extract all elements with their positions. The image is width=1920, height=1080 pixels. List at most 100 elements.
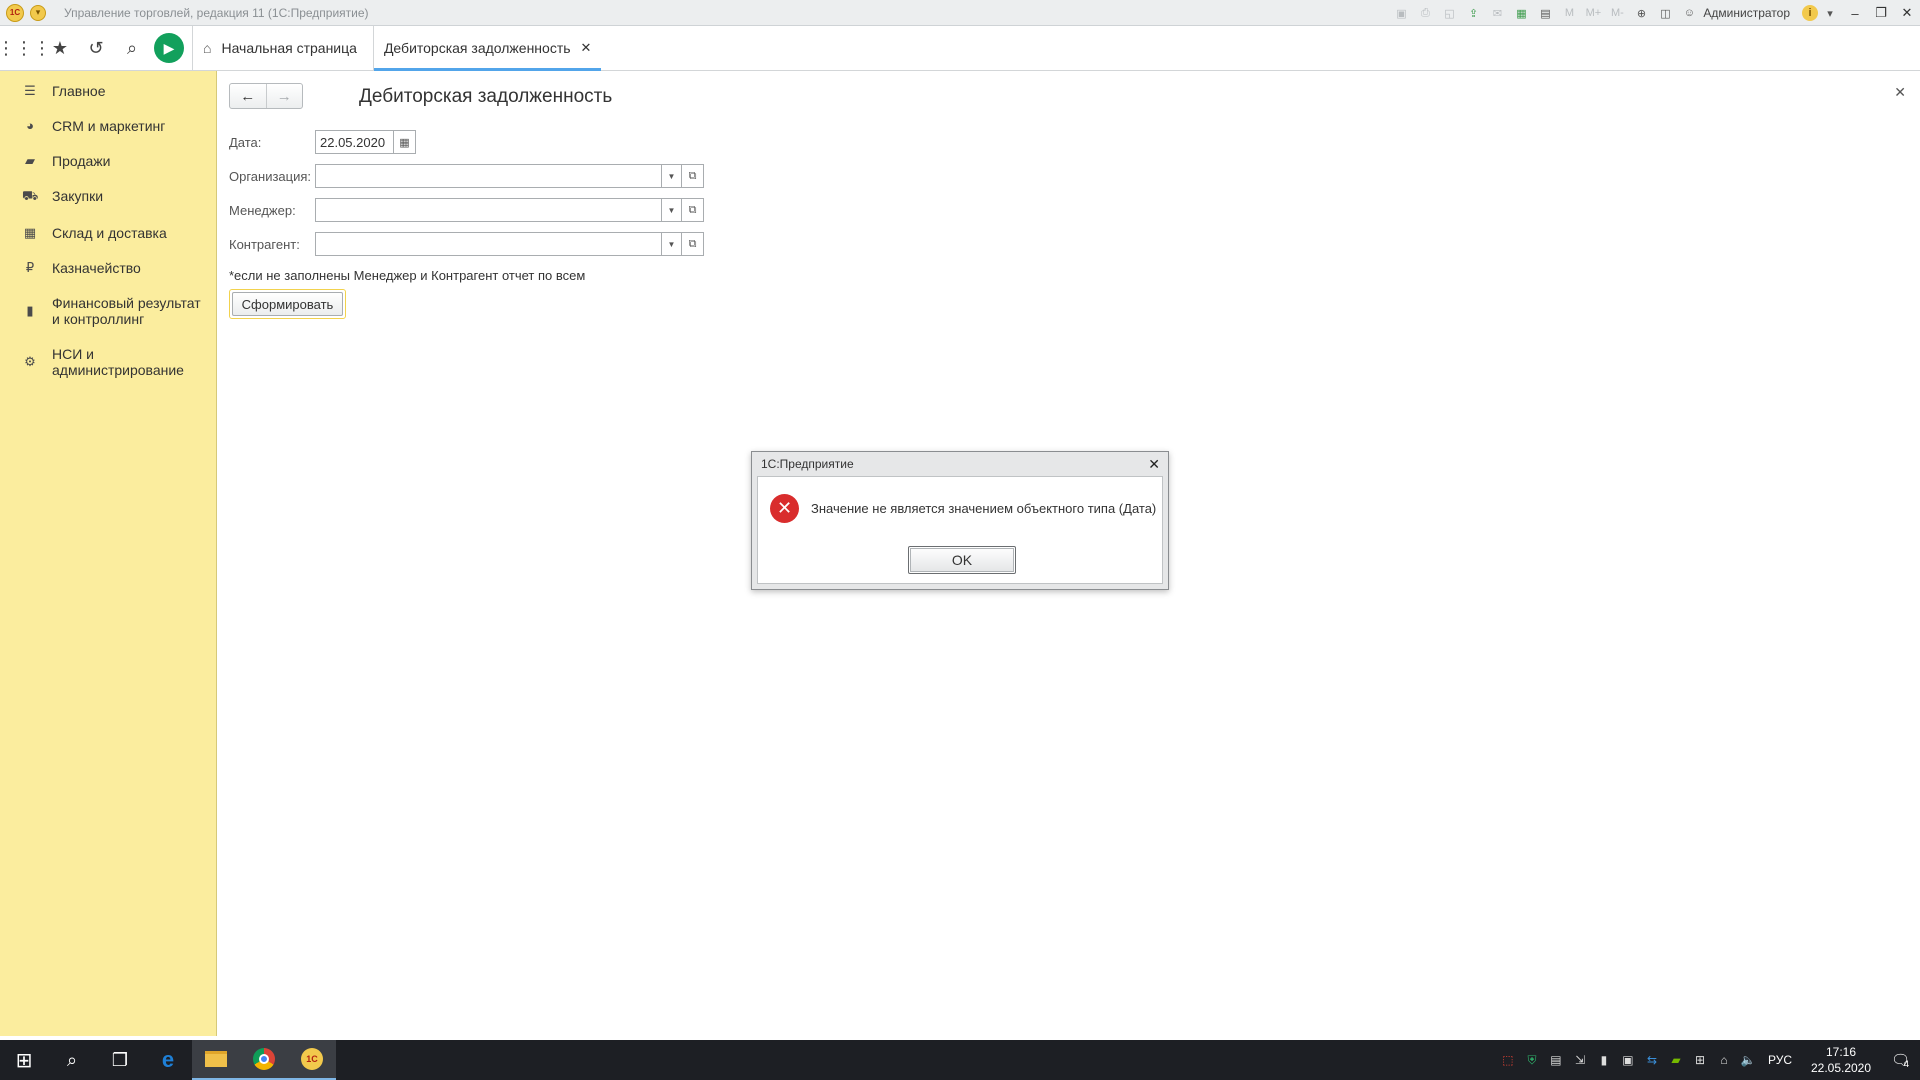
error-icon: ✕	[770, 494, 799, 523]
generate-button[interactable]: Сформировать	[229, 289, 346, 319]
search-icon[interactable]: ⌕	[114, 30, 150, 66]
open-form-icon[interactable]: ⧉	[682, 232, 704, 256]
tab-receivables[interactable]: Дебиторская задолженность ✕	[373, 27, 602, 71]
search-icon[interactable]: ⌕	[48, 1040, 96, 1080]
acrobat-icon[interactable]: ⬚	[1496, 1040, 1520, 1080]
windows-start-icon[interactable]: ⊞	[0, 1040, 48, 1080]
teamviewer-icon[interactable]: ⇆	[1640, 1040, 1664, 1080]
table-icon[interactable]: ▦	[1513, 5, 1529, 21]
dialog-close-icon[interactable]: ✕	[1148, 456, 1160, 473]
m-icon[interactable]: M	[1561, 5, 1577, 21]
form-close-icon[interactable]: ✕	[1894, 84, 1906, 101]
pie-chart-icon: ◕	[26, 118, 34, 133]
m-plus-icon[interactable]: M+	[1585, 5, 1602, 21]
dialog-titlebar: 1С:Предприятие ✕	[752, 452, 1168, 476]
volume-icon[interactable]: 🔈	[1736, 1040, 1760, 1080]
manager-input[interactable]	[316, 199, 661, 221]
forward-arrow-icon[interactable]: →	[265, 84, 303, 108]
m-minus-icon[interactable]: M-	[1609, 5, 1625, 21]
panels-icon[interactable]: ◫	[1657, 5, 1673, 21]
sidebar-item-label: Склад и доставка	[52, 225, 167, 241]
windows-flag-icon[interactable]: ⊞	[1688, 1040, 1712, 1080]
date-field[interactable]: 22.05.2020 ▦	[315, 130, 416, 154]
organization-input[interactable]	[316, 165, 661, 187]
file-explorer-icon[interactable]	[192, 1040, 240, 1080]
network-icon[interactable]: ⌂	[1712, 1040, 1736, 1080]
upload-icon[interactable]: ⇪	[1465, 5, 1481, 21]
counterparty-input[interactable]	[316, 233, 661, 255]
mail-icon[interactable]: ✉	[1489, 5, 1505, 21]
calendar-icon[interactable]: ▤	[1537, 5, 1553, 21]
organization-field[interactable]: ▼	[315, 164, 682, 188]
counterparty-field[interactable]: ▼	[315, 232, 682, 256]
counterparty-label: Контрагент:	[229, 236, 300, 252]
gear-icon: ⚙	[24, 354, 36, 369]
open-form-icon[interactable]: ⧉	[682, 198, 704, 222]
tab-home[interactable]: ⌂ Начальная страница	[193, 26, 374, 70]
tab-receivables-label: Дебиторская задолженность	[383, 39, 571, 56]
sidebar-item-treasury[interactable]: ₽ Казначейство	[0, 260, 216, 276]
sidebar-item-main[interactable]: ☰ Главное	[0, 83, 216, 99]
go-arrow-icon[interactable]: ▶	[154, 33, 184, 63]
user-name[interactable]: Администратор	[1703, 6, 1790, 20]
user-icon: ☺	[1683, 7, 1696, 19]
manager-field[interactable]: ▼	[315, 198, 682, 222]
sidebar-item-sales[interactable]: ▰ Продажи	[0, 153, 216, 169]
1c-logo-icon[interactable]: 1С	[6, 3, 24, 22]
nvidia-icon[interactable]: ▰	[1664, 1040, 1688, 1080]
window-tray-icon[interactable]: ▤	[1544, 1040, 1568, 1080]
sidebar-item-warehouse[interactable]: ▦ Склад и доставка	[0, 225, 216, 241]
main-toolbar: ⋮⋮⋮ ★ ↺ ⌕ ▶ ⌂ Начальная страница Дебитор…	[0, 26, 1920, 71]
sidebar-item-label: Главное	[52, 83, 106, 99]
generate-button-label[interactable]: Сформировать	[232, 292, 343, 316]
favorites-star-icon[interactable]: ★	[42, 30, 78, 66]
window-title: Управление торговлей, редакция 11 (1С:Пр…	[64, 5, 369, 20]
ok-button-label[interactable]: OK	[910, 548, 1014, 572]
sections-sidebar: ☰ Главное ◕ CRM и маркетинг ▰ Продажи ⛟ …	[0, 71, 217, 1036]
all-functions-icon[interactable]: ⋮⋮⋮	[0, 30, 51, 66]
dialog-body: ✕ Значение не является значением объектн…	[757, 476, 1163, 584]
shopping-bag-icon: ▰	[25, 153, 35, 168]
sidebar-item-crm[interactable]: ◕ CRM и маркетинг	[0, 118, 216, 134]
main-menu-icon[interactable]: ▾	[30, 4, 46, 21]
chrome-icon[interactable]	[240, 1040, 288, 1080]
language-indicator[interactable]: РУС	[1768, 1053, 1792, 1067]
date-label: Дата:	[229, 134, 262, 150]
notifications-icon[interactable]: 🗨 4	[1880, 1040, 1920, 1080]
edge-icon[interactable]: e	[144, 1040, 192, 1080]
clock[interactable]: 17:16 22.05.2020	[1802, 1044, 1880, 1076]
restore-icon[interactable]: ❐	[1870, 2, 1892, 24]
clock-date: 22.05.2020	[1810, 1061, 1872, 1075]
calendar-picker-icon[interactable]: ▦	[393, 131, 415, 153]
sidebar-item-admin[interactable]: ⚙ НСИ и администрирование	[0, 346, 216, 378]
window-titlebar: 1С ▾ Управление торговлей, редакция 11 (…	[0, 0, 1920, 26]
shield-icon[interactable]: ⛨	[1520, 1040, 1544, 1080]
usb-icon[interactable]: ▮	[1592, 1040, 1616, 1080]
task-view-icon[interactable]: ❐	[96, 1040, 144, 1080]
error-dialog: 1С:Предприятие ✕ ✕ Значение не является …	[751, 451, 1169, 590]
history-icon[interactable]: ↺	[78, 30, 114, 66]
open-form-icon[interactable]: ⧉	[682, 164, 704, 188]
dropdown-chevron-icon[interactable]: ▼	[661, 199, 681, 221]
info-menu-chevron-icon[interactable]: ▾	[1822, 5, 1838, 21]
monitor-icon[interactable]: ▣	[1616, 1040, 1640, 1080]
date-value[interactable]: 22.05.2020	[316, 135, 393, 150]
sidebar-item-label: Казначейство	[52, 260, 141, 276]
sidebar-item-purchases[interactable]: ⛟ Закупки	[0, 188, 216, 206]
zoom-icon[interactable]: ⊕	[1633, 5, 1649, 21]
print-icon[interactable]: ⎙	[1417, 5, 1433, 21]
window-close-icon[interactable]: ✕	[1896, 2, 1918, 24]
ok-button[interactable]: OK	[908, 546, 1016, 574]
info-icon[interactable]: i	[1802, 5, 1818, 21]
dropdown-chevron-icon[interactable]: ▼	[661, 165, 681, 187]
preview-icon[interactable]: ◱	[1441, 5, 1457, 21]
network-share-icon[interactable]: ⇲	[1568, 1040, 1592, 1080]
tab-close-icon[interactable]: ✕	[581, 40, 592, 56]
dropdown-chevron-icon[interactable]: ▼	[661, 233, 681, 255]
menu-lines-icon: ☰	[24, 83, 36, 98]
sidebar-item-financial[interactable]: ▮ Финансовый результат и контроллинг	[0, 295, 216, 327]
1c-app-icon[interactable]: 1С	[288, 1040, 336, 1080]
back-arrow-icon[interactable]: ←	[230, 84, 266, 108]
save-icon[interactable]: ▣	[1393, 5, 1409, 21]
minimize-icon[interactable]: –	[1844, 2, 1866, 24]
